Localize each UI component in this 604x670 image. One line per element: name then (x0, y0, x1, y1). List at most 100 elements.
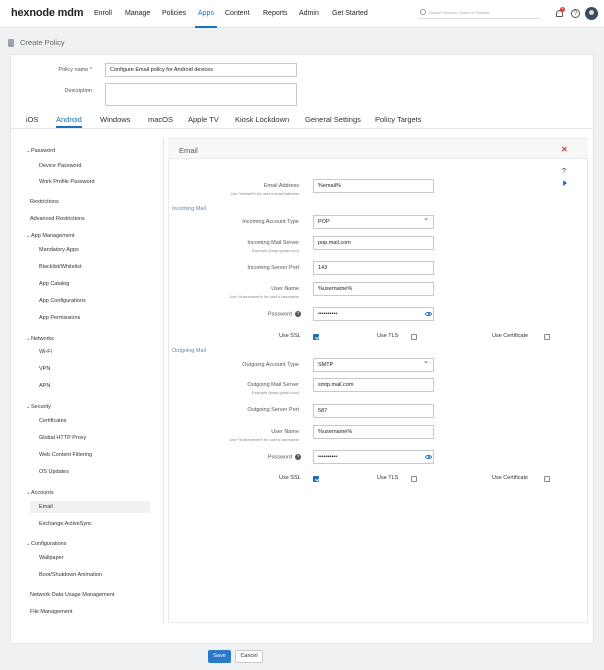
outgoing-server-hint: Example (smtp.gmail.com) (251, 390, 299, 395)
sidebar-item-email[interactable]: Email (39, 504, 53, 510)
sidebar-item-mandatory-apps[interactable]: Mandatory Apps (39, 247, 79, 253)
sidebar-group-security[interactable]: ⌄Security (26, 404, 51, 410)
tab-android[interactable]: Android (56, 115, 82, 128)
outgoing-account-type-select[interactable]: SMTP (313, 357, 434, 372)
sidebar-item-web-content-filtering[interactable]: Web Content Filtering (39, 452, 92, 458)
email-address-input[interactable]: %email% (313, 179, 434, 193)
global-search[interactable]: Search Devices, Users or Policies (418, 9, 540, 19)
sidebar-group-password[interactable]: ⌄Password (26, 148, 55, 154)
sidebar-item-apn[interactable]: APN (39, 383, 50, 389)
outgoing-use-tls-checkbox[interactable] (411, 476, 417, 482)
description-label: Description (64, 88, 92, 94)
incoming-use-ssl-checkbox[interactable] (313, 334, 319, 340)
sidebar-item-restrictions[interactable]: Restrictions (30, 199, 59, 205)
info-icon[interactable]: ? (295, 454, 301, 460)
sidebar-item-exchange-activesync[interactable]: Exchange ActiveSync (39, 521, 92, 527)
outgoing-use-ssl-checkbox[interactable] (313, 476, 319, 482)
incoming-username-hint: Use %username% for user's username (229, 294, 299, 299)
sidebar-group-configurations[interactable]: ⌄Configurations (26, 541, 66, 547)
incoming-use-certificate-checkbox[interactable] (544, 334, 550, 340)
help-question-icon[interactable]: ? (562, 168, 566, 175)
outgoing-server-input[interactable]: smtp.mail.com (313, 378, 434, 392)
policy-name-input[interactable]: Configure Email policy for Android devic… (105, 63, 297, 77)
sidebar-divider (163, 138, 164, 623)
outgoing-use-ssl-label: Use SSL (279, 475, 301, 481)
help-icon[interactable]: ? (571, 9, 580, 18)
search-icon (420, 9, 426, 15)
sidebar-group-networks[interactable]: ⌄Networks (26, 336, 54, 342)
incoming-use-certificate-label: Use Certificate (492, 333, 529, 339)
sidebar-item-vpn[interactable]: VPN (39, 366, 50, 372)
nav-admin[interactable]: Admin (299, 0, 319, 28)
outgoing-username-input[interactable]: %username% (313, 425, 434, 439)
incoming-port-input[interactable]: 143 (313, 261, 434, 275)
sidebar-item-os-updates[interactable]: OS Updates (39, 469, 69, 475)
incoming-username-label: User Name (271, 286, 299, 292)
outgoing-mail-section: Outgoing Mail (172, 348, 206, 354)
incoming-server-label: Incoming Mail Server (247, 240, 299, 246)
sidebar-item-advanced-restrictions[interactable]: Advanced Restrictions (30, 216, 85, 222)
top-navigation-bar: hexnode mdm Enroll Manage Policies Apps … (0, 0, 604, 28)
incoming-password-label: Password? (267, 311, 301, 318)
outgoing-use-certificate-checkbox[interactable] (544, 476, 550, 482)
page-title-text: Create Policy (20, 38, 65, 47)
sidebar-item-certificates[interactable]: Certificates (39, 418, 67, 424)
incoming-password-input[interactable]: •••••••••• (313, 307, 434, 321)
sidebar-item-wifi[interactable]: Wi-Fi (39, 349, 52, 355)
sidebar-item-app-permissions[interactable]: App Permissions (39, 315, 80, 321)
tab-apple-tv[interactable]: Apple TV (188, 115, 219, 124)
nav-policies[interactable]: Policies (162, 0, 186, 28)
panel-header (168, 139, 588, 159)
outgoing-port-input[interactable]: 587 (313, 404, 434, 418)
nav-reports[interactable]: Reports (263, 0, 288, 28)
sidebar-item-boot-shutdown-animation[interactable]: Boot/Shutdown Animation (39, 572, 102, 578)
outgoing-port-label: Outgoing Server Port (247, 407, 299, 413)
sidebar-item-device-password[interactable]: Device Password (39, 163, 82, 169)
sidebar-item-work-profile-password[interactable]: Work Profile Password (39, 179, 95, 185)
hexnode-logo[interactable]: hexnode mdm (11, 7, 84, 19)
tab-ios[interactable]: iOS (26, 115, 39, 124)
sidebar-group-app-management[interactable]: ⌄App Management (26, 233, 74, 239)
notifications-button[interactable]: 9 (556, 7, 565, 18)
cancel-button[interactable]: Cancel (235, 650, 263, 663)
sidebar-item-global-http-proxy[interactable]: Global HTTP Proxy (39, 435, 86, 441)
sidebar-item-file-management[interactable]: File Management (30, 609, 73, 615)
outgoing-username-hint: Use %username% for user's username (229, 437, 299, 442)
close-icon[interactable]: ✕ (561, 145, 568, 154)
nav-content[interactable]: Content (225, 0, 250, 28)
policy-name-label: Policy name * (58, 67, 92, 73)
user-avatar[interactable] (585, 7, 598, 20)
sidebar-item-app-configurations[interactable]: App Configurations (39, 298, 86, 304)
description-textarea[interactable] (105, 83, 297, 106)
outgoing-password-label: Password? (267, 454, 301, 461)
outgoing-password-input[interactable]: •••••••••• (313, 450, 434, 464)
sidebar-item-network-data-usage[interactable]: Network Data Usage Management (30, 592, 114, 598)
nav-apps[interactable]: Apps (195, 0, 217, 28)
incoming-account-type-select[interactable]: POP (313, 214, 434, 229)
video-play-icon[interactable] (562, 180, 567, 186)
show-password-eye-icon[interactable] (425, 312, 432, 316)
outgoing-use-certificate-label: Use Certificate (492, 475, 529, 481)
tabs-divider (10, 128, 594, 129)
nav-enroll[interactable]: Enroll (94, 0, 112, 28)
nav-get-started[interactable]: Get Started (332, 0, 368, 28)
tab-macos[interactable]: macOS (148, 115, 173, 124)
save-button[interactable]: Save (208, 650, 231, 663)
show-password-eye-icon[interactable] (425, 455, 432, 459)
sidebar-item-app-catalog[interactable]: App Catalog (39, 281, 69, 287)
tab-windows[interactable]: Windows (100, 115, 130, 124)
sidebar-item-wallpaper[interactable]: Wallpaper (39, 555, 64, 561)
sidebar-group-accounts[interactable]: ⌄Accounts (26, 490, 54, 496)
email-address-label: Email Address (263, 183, 299, 189)
panel-title: Email (179, 146, 198, 155)
tab-kiosk-lockdown[interactable]: Kiosk Lockdown (235, 115, 289, 124)
incoming-username-input[interactable]: %username% (313, 282, 434, 296)
incoming-server-input[interactable]: pop.mail.com (313, 236, 434, 250)
nav-manage[interactable]: Manage (125, 0, 150, 28)
info-icon[interactable]: ? (295, 311, 301, 317)
sidebar-item-blacklist-whitelist[interactable]: Blacklist/Whitelist (39, 264, 81, 270)
incoming-use-tls-checkbox[interactable] (411, 334, 417, 340)
tab-general-settings[interactable]: General Settings (305, 115, 361, 124)
email-address-hint: Use %email% for user's email address (230, 191, 299, 196)
tab-policy-targets[interactable]: Policy Targets (375, 115, 422, 124)
